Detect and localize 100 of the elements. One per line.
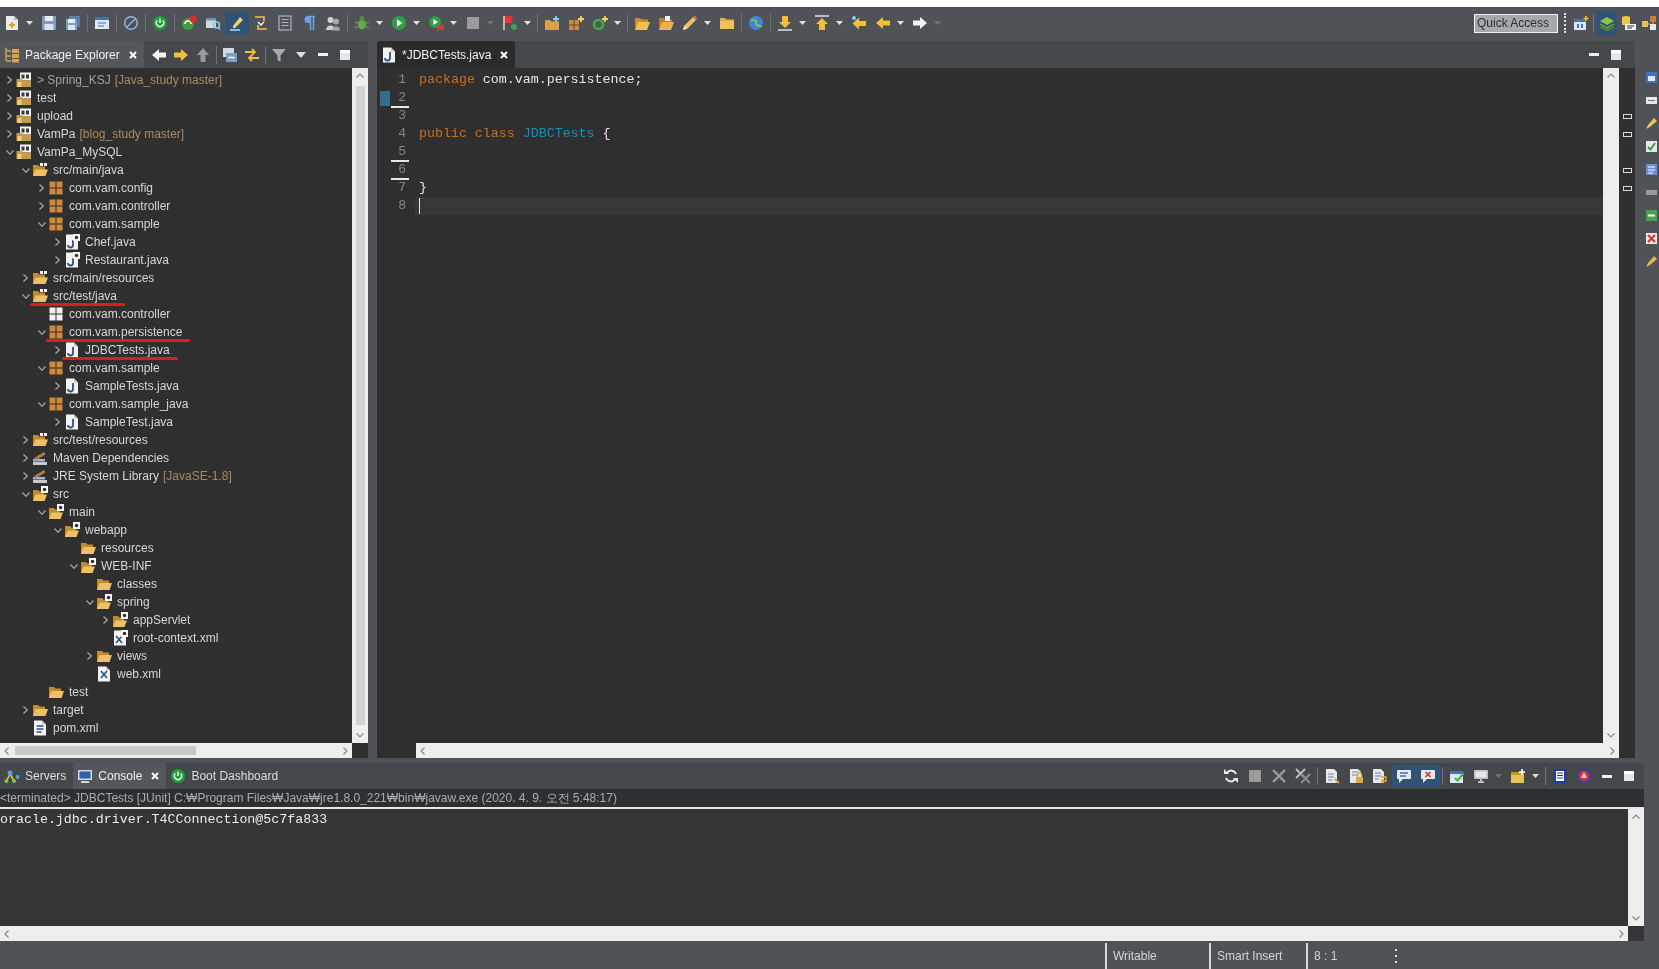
tree-item[interactable]: com.vam.sample — [69, 216, 160, 232]
tree-item[interactable]: main — [69, 504, 95, 520]
pencil-icon[interactable] — [1646, 256, 1657, 267]
tree-item[interactable]: JRE System Library — [53, 468, 160, 484]
tree-item[interactable]: src/test/java — [53, 288, 118, 304]
chevron-right-icon[interactable] — [23, 472, 28, 480]
chevron-down-icon[interactable] — [85, 599, 94, 605]
horizontal-scrollbar[interactable] — [0, 743, 352, 758]
scroll-down-icon[interactable] — [356, 733, 364, 738]
chevron-right-icon[interactable] — [103, 616, 108, 624]
chevron-right-icon[interactable] — [39, 202, 44, 210]
tree-item[interactable]: Restaurant.java — [85, 252, 170, 268]
scroll-right-icon[interactable] — [1619, 929, 1624, 938]
tree-item[interactable]: root-context.xml — [133, 630, 219, 646]
chevron-down-icon[interactable] — [21, 491, 30, 497]
tree-item[interactable]: WEB-INF — [101, 558, 152, 574]
panel-tab[interactable]: *JDBCTests.java — [377, 41, 516, 68]
tree-item[interactable]: VamPa — [37, 126, 76, 142]
tree-item[interactable]: src — [53, 486, 69, 502]
panel-tab[interactable]: Boot Dashboard — [166, 763, 286, 789]
chevron-right-icon[interactable] — [55, 256, 60, 264]
tree-item[interactable]: classes — [117, 576, 157, 592]
vertical-scrollbar[interactable] — [1603, 68, 1619, 743]
overview-marker[interactable] — [1622, 167, 1632, 173]
tree-item[interactable]: com.vam.sample — [69, 360, 160, 376]
overview-marker[interactable] — [1622, 131, 1632, 137]
tree-item[interactable]: views — [117, 648, 147, 664]
close-icon[interactable] — [500, 50, 509, 59]
scroll-up-icon[interactable] — [1607, 73, 1615, 78]
chevron-right-icon[interactable] — [23, 454, 28, 462]
scrollbar-thumb[interactable] — [15, 746, 196, 755]
vertical-scrollbar[interactable] — [352, 68, 368, 743]
chevron-down-icon[interactable] — [21, 167, 30, 173]
scrollbar-thumb[interactable] — [355, 86, 365, 725]
tree-item[interactable]: webapp — [85, 522, 128, 538]
tree-item[interactable]: src/test/resources — [53, 432, 148, 448]
chevron-right-icon[interactable] — [39, 184, 44, 192]
chevron-down-icon[interactable] — [37, 509, 46, 515]
tree-item[interactable]: spring — [117, 594, 150, 610]
window-icon[interactable] — [1646, 72, 1657, 83]
pencil-icon[interactable] — [1646, 118, 1657, 129]
chevron-right-icon[interactable] — [55, 382, 60, 390]
chevron-right-icon[interactable] — [55, 418, 60, 426]
scroll-left-icon[interactable] — [420, 746, 425, 755]
horizontal-scrollbar[interactable] — [0, 926, 1628, 941]
vertical-scrollbar[interactable] — [1628, 809, 1644, 926]
chevron-down-icon[interactable] — [37, 329, 46, 335]
panel-tab[interactable]: Console — [73, 763, 167, 789]
scroll-up-icon[interactable] — [1632, 814, 1640, 819]
tree-item[interactable]: SampleTest.java — [85, 414, 174, 430]
chevron-right-icon[interactable] — [55, 346, 60, 354]
scroll-left-icon[interactable] — [4, 929, 9, 938]
chevron-right-icon[interactable] — [7, 130, 12, 138]
tree-item[interactable]: target — [53, 702, 84, 718]
overview-marker[interactable] — [1622, 113, 1632, 119]
scroll-up-icon[interactable] — [356, 73, 364, 78]
tree-item[interactable]: test — [37, 90, 57, 106]
bar-icon[interactable] — [1646, 95, 1657, 106]
tree-item[interactable]: resources — [101, 540, 154, 556]
tree-item[interactable]: VamPa_MySQL — [37, 144, 123, 160]
scroll-right-icon[interactable] — [1610, 746, 1615, 755]
chevron-down-icon[interactable] — [69, 563, 78, 569]
chevron-down-icon[interactable] — [53, 527, 62, 533]
quick-access-field[interactable]: Quick Access — [1474, 13, 1558, 33]
chevron-down-icon[interactable] — [37, 401, 46, 407]
chevron-down-icon[interactable] — [21, 293, 30, 299]
panel-tab[interactable]: Package Explorer — [0, 41, 144, 68]
chevron-right-icon[interactable] — [7, 94, 12, 102]
tree-item[interactable]: com.vam.persistence — [69, 324, 183, 340]
scroll-right-icon[interactable] — [343, 746, 348, 755]
tree-item[interactable]: SampleTests.java — [85, 378, 180, 394]
toolbar-button[interactable] — [1392, 765, 1416, 787]
chevron-right-icon[interactable] — [23, 706, 28, 714]
horizontal-scrollbar[interactable] — [416, 743, 1619, 758]
tree-item[interactable]: Maven Dependencies — [53, 450, 170, 466]
scroll-left-icon[interactable] — [4, 746, 9, 755]
chevron-right-icon[interactable] — [55, 238, 60, 246]
chevron-right-icon[interactable] — [7, 112, 12, 120]
chevron-right-icon[interactable] — [87, 652, 92, 660]
tree-item[interactable]: appServlet — [133, 612, 191, 628]
close-icon[interactable] — [151, 772, 160, 780]
close-icon[interactable] — [128, 50, 137, 59]
tree-item[interactable]: com.vam.controller — [69, 198, 171, 214]
tree-item[interactable]: Chef.java — [85, 234, 136, 250]
tree-item[interactable]: web.xml — [117, 666, 161, 682]
tree-item[interactable]: pom.xml — [53, 720, 99, 736]
tree-item[interactable]: JDBCTests.java — [85, 342, 170, 358]
tree-item[interactable]: com.vam.sample_java — [69, 396, 189, 412]
tree-item[interactable]: test — [69, 684, 89, 700]
panel-tab[interactable]: Servers — [0, 763, 74, 789]
x-square-icon[interactable] — [1646, 233, 1657, 244]
chevron-right-icon[interactable] — [7, 76, 12, 84]
chevron-right-icon[interactable] — [23, 274, 28, 282]
scroll-down-icon[interactable] — [1607, 733, 1615, 738]
tree-item[interactable]: src/main/resources — [53, 270, 155, 286]
tree-item[interactable]: upload — [37, 108, 74, 124]
toolbar-button[interactable] — [225, 12, 249, 34]
tree-item[interactable]: com.vam.controller — [69, 306, 171, 322]
minus-square-icon[interactable] — [1646, 210, 1657, 221]
perspective-button[interactable] — [1596, 11, 1617, 35]
